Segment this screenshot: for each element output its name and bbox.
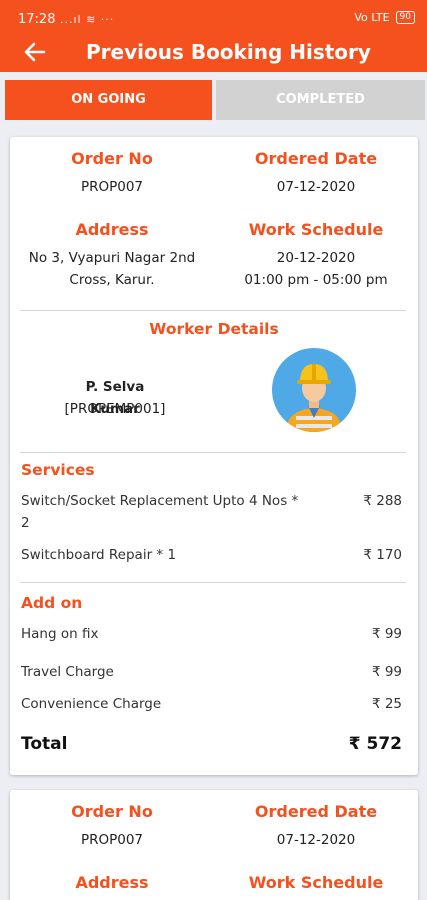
address-value: No 3, Vyapuri Nagar 2nd Cross, Karur. [10,247,214,291]
work-schedule-block: Work Schedule 20-12-2020 01:00 pm - 05:0… [214,220,418,291]
ordered-date-value: 07-12-2020 [276,832,356,848]
ordered-date-block: Ordered Date 07-12-2020 [214,802,418,851]
order-no-label: Order No [71,802,153,821]
service-item: Switchboard Repair * 1 [21,547,177,563]
battery-icon: 90 [395,11,415,24]
ordered-date-label: Ordered Date [254,149,378,168]
address-block: Address [10,873,214,892]
booking-card: Order No PROP007 Ordered Date 07-12-2020… [10,137,418,775]
address-label: Address [75,873,149,892]
divider [20,310,406,311]
page-title: Previous Booking History [86,40,371,64]
address-block: Address No 3, Vyapuri Nagar 2nd Cross, K… [10,220,214,291]
booking-card: Order No PROP007 Ordered Date 07-12-2020… [10,790,418,900]
status-right: Vo LTE 90 [354,11,415,24]
order-no-value: PROP007 [80,832,144,848]
worker-code: [PROPEMP001] [64,401,166,417]
service-item: Switch/Socket Replacement Upto 4 Nos * 2 [21,493,299,531]
booking-tabs: ON GOING COMPLETED [5,80,425,120]
add-on-title: Add on [21,594,83,612]
order-no-label: Order No [71,149,153,168]
add-on-price: ₹ 25 [371,696,402,712]
tab-completed[interactable]: COMPLETED [216,80,425,120]
total-label: Total [21,734,68,754]
divider [20,452,406,453]
work-schedule-label: Work Schedule [248,220,384,239]
work-schedule-label: Work Schedule [248,873,384,892]
network-label: Vo LTE [354,11,390,24]
app-bar: Previous Booking History [0,34,427,72]
ordered-date-label: Ordered Date [254,802,378,821]
arrow-left-icon[interactable] [22,38,48,66]
service-price: ₹ 288 [363,493,402,509]
address-line2: Cross, Karur. [69,272,155,288]
service-price: ₹ 170 [363,547,402,563]
add-on-item: Hang on fix [21,626,99,642]
schedule-date: 20-12-2020 [276,250,356,266]
address-line1: No 3, Vyapuri Nagar 2nd [28,250,196,266]
add-on-item: Convenience Charge [21,696,162,712]
total-price: ₹ 572 [348,734,402,754]
work-schedule-block: Work Schedule [214,873,418,892]
ordered-date-block: Ordered Date 07-12-2020 [214,149,418,198]
ordered-date-value: 07-12-2020 [276,179,356,195]
add-on-price: ₹ 99 [371,626,402,642]
divider [20,582,406,583]
add-on-item: Travel Charge [21,664,114,680]
tab-ongoing[interactable]: ON GOING [5,80,212,120]
signal-icon: ...ıl ≋ ··· [60,13,115,26]
worker-avatar-icon [272,348,356,432]
order-no-value: PROP007 [80,179,144,195]
schedule-time: 01:00 pm - 05:00 pm [244,272,388,288]
work-schedule-value: 20-12-2020 01:00 pm - 05:00 pm [214,247,418,291]
services-title: Services [21,461,95,479]
order-no-block: Order No PROP007 [10,802,214,851]
add-on-price: ₹ 99 [371,664,402,680]
address-label: Address [75,220,149,239]
order-no-block: Order No PROP007 [10,149,214,198]
status-bar: 17:28 ...ıl ≋ ··· Vo LTE 90 [0,0,427,34]
worker-details-title: Worker Details [149,320,279,338]
status-time: 17:28 [18,12,56,27]
